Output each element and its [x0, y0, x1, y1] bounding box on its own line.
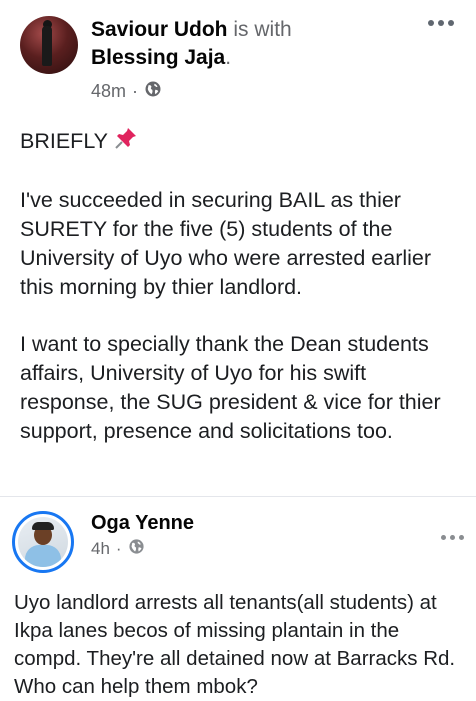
- post-paragraph: BRIEFLY: [20, 126, 460, 158]
- post-meta: 48m ·: [91, 80, 162, 102]
- with-text: is with: [233, 18, 292, 41]
- globe-icon: [144, 80, 162, 102]
- shared-options-icon[interactable]: [441, 535, 464, 540]
- post-paragraph: I want to specially thank the Dean stude…: [20, 332, 441, 443]
- post-body: BRIEFLY I've succeeded in securing BAIL …: [20, 126, 460, 474]
- post-paragraph: I've succeeded in securing BAIL as thier…: [20, 188, 432, 299]
- shared-meta: 4h ·: [91, 538, 145, 560]
- avatar-figure-body: [42, 26, 52, 66]
- shared-post[interactable]: Oga Yenne 4h · Uyo landlord arrests all …: [0, 496, 476, 698]
- globe-icon: [128, 538, 145, 560]
- header-line-1: Saviour Udoh is with: [91, 17, 292, 43]
- tagged-name[interactable]: Blessing Jaja: [91, 46, 225, 69]
- author-avatar[interactable]: [20, 16, 78, 74]
- shared-author-avatar[interactable]: [12, 511, 74, 573]
- post-header: Saviour Udoh is with Blessing Jaja. 48m …: [0, 0, 476, 110]
- shared-time[interactable]: 4h: [91, 539, 110, 559]
- tagged-suffix: .: [225, 46, 232, 69]
- pushpin-icon: [114, 126, 138, 158]
- shared-post-text: Uyo landlord arrests all tenants(all stu…: [14, 591, 456, 698]
- shared-meta-separator: ·: [115, 539, 122, 558]
- shared-author-name[interactable]: Oga Yenne: [91, 511, 194, 535]
- post-time[interactable]: 48m: [91, 81, 126, 101]
- author-name[interactable]: Saviour Udoh: [91, 18, 228, 41]
- post-options-icon[interactable]: [428, 20, 454, 26]
- header-line-2: Blessing Jaja.: [91, 45, 231, 71]
- meta-separator: ·: [132, 81, 139, 101]
